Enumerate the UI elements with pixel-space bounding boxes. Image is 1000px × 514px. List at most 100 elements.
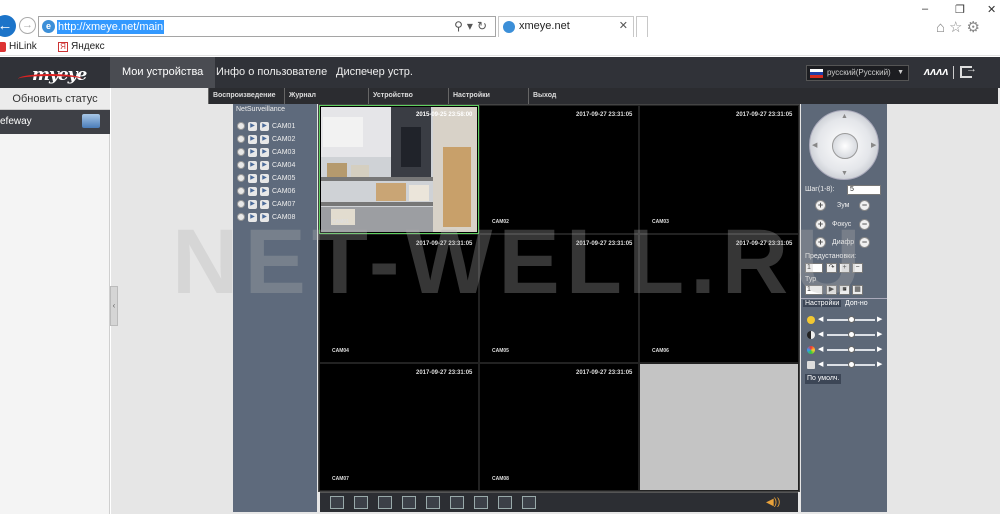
- fullscreen-icon[interactable]: [330, 496, 344, 509]
- close-all-icon[interactable]: [450, 496, 464, 509]
- play-icon[interactable]: ▶: [248, 199, 257, 209]
- stream-icon[interactable]: ▶: [260, 134, 269, 144]
- tour-stop-icon[interactable]: ■: [839, 285, 850, 295]
- zoom-minus-icon[interactable]: −: [859, 200, 870, 211]
- video-tile-cam02[interactable]: 2017-09-27 23:31:05 CAM02: [479, 105, 639, 234]
- language-select[interactable]: русский(Русский) ▼: [806, 65, 909, 81]
- ptz-center-button[interactable]: [832, 133, 858, 159]
- new-tab-button[interactable]: [636, 16, 648, 37]
- video-tile-cam07[interactable]: 2017-09-27 23:31:05 CAM07: [319, 363, 479, 491]
- video-tile-cam03[interactable]: 2017-09-27 23:31:05 CAM03: [639, 105, 799, 234]
- preset-input[interactable]: 1: [805, 263, 823, 273]
- tour-play-icon[interactable]: ▶: [826, 285, 837, 295]
- address-bar[interactable]: e http://xmeye.net/main ⚲▾↻: [38, 16, 496, 37]
- camera-item[interactable]: ▶ ▶ CAM07: [237, 198, 295, 210]
- play-icon[interactable]: ▶: [248, 212, 257, 222]
- slider-left-icon[interactable]: ◀: [818, 330, 823, 338]
- close-icon[interactable]: ✕: [987, 3, 996, 16]
- camera-item[interactable]: ▶ ▶ CAM03: [237, 146, 295, 158]
- menu-settings[interactable]: Настройки: [448, 88, 490, 104]
- step-select[interactable]: 5: [847, 185, 881, 195]
- stream-icon[interactable]: ▶: [260, 212, 269, 222]
- play-icon[interactable]: ▶: [248, 160, 257, 170]
- focus-plus-icon[interactable]: +: [815, 219, 826, 230]
- video-tile-cam01[interactable]: 2015-09-25 23:58:00 CAM01: [319, 105, 479, 234]
- menu-log[interactable]: Журнал: [284, 88, 316, 104]
- tab-user-info[interactable]: Инфо о пользователе: [204, 57, 339, 88]
- video-tile-cam04[interactable]: 2017-09-27 23:31:05 CAM04: [319, 234, 479, 363]
- video-tile-cam06[interactable]: 2017-09-27 23:31:05 CAM06: [639, 234, 799, 363]
- layout-1-icon[interactable]: [354, 496, 368, 509]
- record-dot-icon[interactable]: [237, 122, 245, 130]
- slider-knob[interactable]: [848, 316, 855, 323]
- device-list-item[interactable]: efeway: [0, 110, 110, 134]
- preset-remove-icon[interactable]: −: [852, 263, 863, 273]
- record-dot-icon[interactable]: [237, 161, 245, 169]
- play-icon[interactable]: ▶: [248, 186, 257, 196]
- tab-more[interactable]: Доп-но: [843, 300, 870, 307]
- video-tile-empty[interactable]: [639, 363, 799, 491]
- stream-icon[interactable]: ▶: [260, 173, 269, 183]
- ptz-right-icon[interactable]: ▶: [871, 141, 876, 149]
- tab-device-manager[interactable]: Диспечер устр.: [324, 57, 425, 88]
- zoom-plus-icon[interactable]: +: [815, 200, 826, 211]
- default-button[interactable]: По умолч.: [805, 374, 842, 384]
- camera-item[interactable]: ▶ ▶ CAM06: [237, 185, 295, 197]
- menu-exit[interactable]: Выход: [528, 88, 556, 104]
- layout-9-icon[interactable]: [402, 496, 416, 509]
- stream-icon[interactable]: ▶: [260, 199, 269, 209]
- tab-my-devices[interactable]: Мои устройства: [110, 57, 216, 88]
- hue-slider[interactable]: ◀ ▶: [807, 360, 883, 370]
- camera-item[interactable]: ▶ ▶ CAM02: [237, 133, 295, 145]
- menu-device[interactable]: Устройство: [368, 88, 413, 104]
- maximize-icon[interactable]: ❐: [955, 3, 965, 16]
- play-icon[interactable]: ▶: [248, 134, 257, 144]
- slider-knob[interactable]: [848, 331, 855, 338]
- preset-add-icon[interactable]: +: [839, 263, 850, 273]
- browser-tab[interactable]: xmeye.net ✕: [498, 16, 634, 37]
- slider-knob[interactable]: [848, 346, 855, 353]
- record-icon[interactable]: [498, 496, 512, 509]
- slider-right-icon[interactable]: ▶: [877, 360, 882, 368]
- iris-minus-icon[interactable]: −: [859, 237, 870, 248]
- stream-icon[interactable]: ▶: [260, 186, 269, 196]
- play-icon[interactable]: ▶: [248, 147, 257, 157]
- minimize-icon[interactable]: –: [922, 3, 928, 15]
- record-stop-icon[interactable]: [522, 496, 536, 509]
- stream-icon[interactable]: ▶: [260, 160, 269, 170]
- slider-right-icon[interactable]: ▶: [877, 315, 882, 323]
- refresh-status-button[interactable]: Обновить статус: [0, 88, 110, 110]
- camera-item[interactable]: ▶ ▶ CAM04: [237, 159, 295, 171]
- snapshot-icon[interactable]: [474, 496, 488, 509]
- open-all-icon[interactable]: [426, 496, 440, 509]
- contrast-slider[interactable]: ◀ ▶: [807, 330, 883, 340]
- camera-item[interactable]: ▶ ▶ CAM05: [237, 172, 295, 184]
- focus-minus-icon[interactable]: −: [859, 219, 870, 230]
- menu-playback[interactable]: Воспроизведение: [208, 88, 276, 104]
- ptz-direction-wheel[interactable]: ▲ ▼ ◀ ▶: [809, 110, 879, 180]
- tab-settings[interactable]: Настройки: [803, 300, 842, 307]
- saturation-slider[interactable]: ◀ ▶: [807, 345, 883, 355]
- slider-right-icon[interactable]: ▶: [877, 345, 882, 353]
- search-refresh-icon[interactable]: ⚲▾↻: [454, 19, 491, 33]
- bookmark-hilink[interactable]: HiLink: [0, 41, 37, 52]
- camera-item[interactable]: ▶ ▶ CAM08: [237, 211, 295, 223]
- slider-right-icon[interactable]: ▶: [877, 330, 882, 338]
- address-url[interactable]: http://xmeye.net/main: [57, 20, 165, 34]
- volume-icon[interactable]: ◀)): [766, 497, 780, 508]
- tab-close-icon[interactable]: ✕: [619, 19, 628, 32]
- brightness-slider[interactable]: ◀ ▶: [807, 315, 883, 325]
- record-dot-icon[interactable]: [237, 174, 245, 182]
- ptz-left-icon[interactable]: ◀: [812, 141, 817, 149]
- tour-grid-icon[interactable]: ▦: [852, 285, 863, 295]
- collapse-sidebar-handle[interactable]: ‹: [110, 286, 118, 326]
- record-dot-icon[interactable]: [237, 148, 245, 156]
- record-dot-icon[interactable]: [237, 200, 245, 208]
- video-tile-cam08[interactable]: 2017-09-27 23:31:05 CAM08: [479, 363, 639, 491]
- slider-left-icon[interactable]: ◀: [818, 315, 823, 323]
- ptz-up-icon[interactable]: ▲: [841, 113, 848, 120]
- iris-plus-icon[interactable]: +: [815, 237, 826, 248]
- back-arrow-icon[interactable]: ←: [0, 15, 16, 37]
- ptz-down-icon[interactable]: ▼: [841, 170, 848, 177]
- play-icon[interactable]: ▶: [248, 121, 257, 131]
